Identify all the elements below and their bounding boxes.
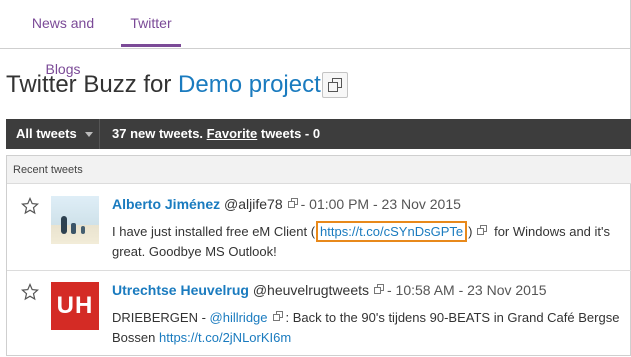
tab-twitter[interactable]: Twitter (121, 0, 181, 47)
page-title-prefix: Twitter Buzz for (6, 71, 179, 98)
tweet-author-name[interactable]: Alberto Jiménez (112, 196, 220, 212)
project-link[interactable]: Demo project (178, 71, 321, 98)
external-link-icon[interactable] (272, 311, 283, 321)
tweet-header: Alberto Jiménez @aljife78 - 01:00 PM - 23… (112, 196, 461, 212)
tweet-filter-label: All tweets (16, 126, 77, 141)
chevron-down-icon (85, 132, 93, 137)
tweet-author-handle: @aljife78 (224, 196, 283, 212)
tweet-timestamp: - 01:00 PM - 23 Nov 2015 (300, 196, 461, 212)
star-icon[interactable] (21, 283, 39, 301)
avatar[interactable]: UH (51, 282, 99, 330)
tab-bar: News and Blogs Twitter (0, 0, 631, 77)
tweet-text-after: ) (468, 224, 473, 239)
external-link-icon[interactable] (287, 198, 298, 208)
tweet-list: Recent tweets Alberto Jiménez @aljife78 -… (6, 155, 631, 356)
tweet-timestamp: - 10:58 AM - 23 Nov 2015 (387, 282, 547, 298)
tweet-text: DRIEBERGEN - @hillridge: Back to the 90'… (112, 308, 622, 348)
tweet-author-name[interactable]: Utrechtse Heuvelrug (112, 282, 249, 298)
avatar[interactable] (51, 196, 99, 244)
tweet-header: Utrechtse Heuvelrug @heuvelrugtweets - 10… (112, 282, 547, 298)
tweets-toolbar: All tweets 37 new tweets. Favorite tweet… (6, 119, 631, 149)
new-tweets-count: 37 new tweets. (112, 126, 204, 141)
favorite-link[interactable]: Favorite (207, 126, 258, 141)
tweet-text: I have just installed free eM Client (ht… (112, 221, 622, 262)
favorite-tweets-count: tweets - 0 (257, 126, 321, 141)
tweet-text-before: DRIEBERGEN - (112, 310, 210, 325)
tweet-filter-dropdown[interactable]: All tweets (6, 119, 100, 149)
open-external-button[interactable] (322, 72, 348, 98)
tab-news-and-blogs[interactable]: News and Blogs (15, 0, 111, 77)
tweet-mention[interactable]: @hillridge (210, 310, 268, 325)
page-title: Twitter Buzz for Demo project (6, 71, 321, 99)
tweet-stats: 37 new tweets. Favorite tweets - 0 (112, 119, 320, 149)
tweet-author-handle: @heuvelrugtweets (252, 282, 369, 298)
external-link-icon[interactable] (477, 225, 488, 235)
tweet-link[interactable]: https://t.co/2jNLorKI6m (159, 330, 291, 345)
external-link-icon[interactable] (374, 284, 384, 294)
tweet-row: Alberto Jiménez @aljife78 - 01:00 PM - 23… (7, 185, 631, 271)
recent-tweets-header: Recent tweets (7, 156, 631, 184)
tweet-row: UH Utrechtse Heuvelrug @heuvelrugtweets -… (7, 271, 631, 357)
star-icon[interactable] (21, 197, 39, 215)
tweet-link[interactable]: https://t.co/cSYnDsGPTe (316, 221, 468, 242)
tweet-text-before: I have just installed free eM Client ( (112, 224, 316, 239)
